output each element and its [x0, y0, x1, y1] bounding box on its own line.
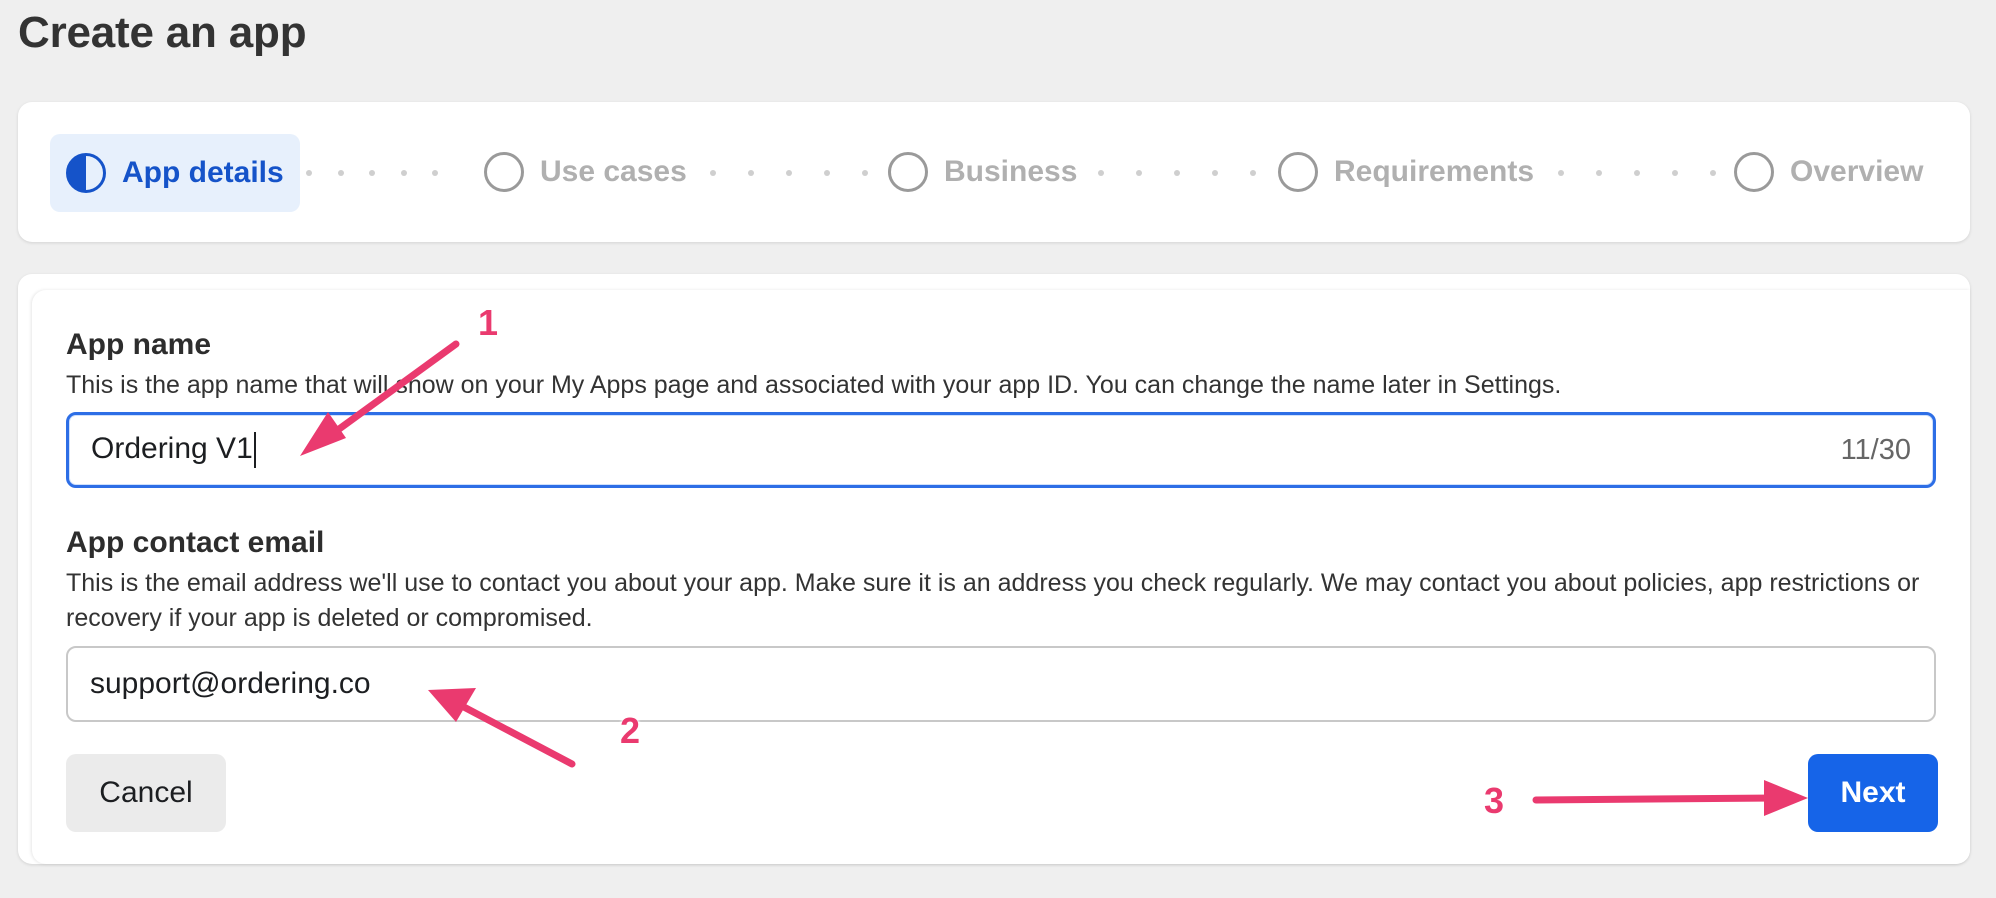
- app-name-value: Ordering V1: [91, 431, 253, 465]
- app-root: Create an app App details Use cases Busi…: [0, 0, 1996, 898]
- empty-circle-icon: [484, 152, 524, 192]
- half-filled-circle-icon: [66, 153, 106, 193]
- empty-circle-icon: [1734, 152, 1774, 192]
- app-name-description: This is the app name that will show on y…: [66, 371, 1562, 399]
- text-caret: [253, 432, 256, 469]
- char-counter: 11/30: [1840, 433, 1911, 466]
- step-connector: [1558, 170, 1716, 176]
- empty-circle-icon: [1278, 152, 1318, 192]
- cancel-button[interactable]: Cancel: [66, 754, 226, 832]
- step-connector: [710, 170, 868, 176]
- annotation-number-1: 1: [478, 302, 499, 343]
- empty-circle-icon: [888, 152, 928, 192]
- step-label: Business: [944, 155, 1078, 188]
- step-overview[interactable]: Overview: [1734, 102, 1923, 242]
- app-name-input[interactable]: Ordering V1 11/30: [66, 412, 1936, 488]
- annotation-number-2: 2: [620, 710, 641, 751]
- contact-email-input[interactable]: support@ordering.co: [66, 646, 1936, 722]
- step-connector: [1098, 170, 1256, 176]
- step-label: Use cases: [540, 155, 687, 188]
- contact-email-description: This is the email address we'll use to c…: [66, 569, 1920, 632]
- contact-email-value: support@ordering.co: [90, 667, 371, 700]
- contact-email-label: App contact email: [66, 526, 325, 559]
- next-button[interactable]: Next: [1808, 754, 1938, 832]
- annotation-number-3: 3: [1484, 780, 1505, 821]
- step-label: Requirements: [1334, 155, 1535, 188]
- app-name-label: App name: [66, 328, 212, 361]
- step-connector: [306, 170, 438, 176]
- step-use-cases[interactable]: Use cases: [484, 102, 687, 242]
- step-requirements[interactable]: Requirements: [1278, 102, 1534, 242]
- step-label: App details: [122, 156, 284, 189]
- step-app-details[interactable]: App details: [50, 134, 300, 212]
- step-label: Overview: [1790, 155, 1924, 188]
- step-business[interactable]: Business: [888, 102, 1077, 242]
- page-title: Create an app: [18, 8, 307, 57]
- stepper-card: App details Use cases Business Requireme…: [18, 102, 1970, 242]
